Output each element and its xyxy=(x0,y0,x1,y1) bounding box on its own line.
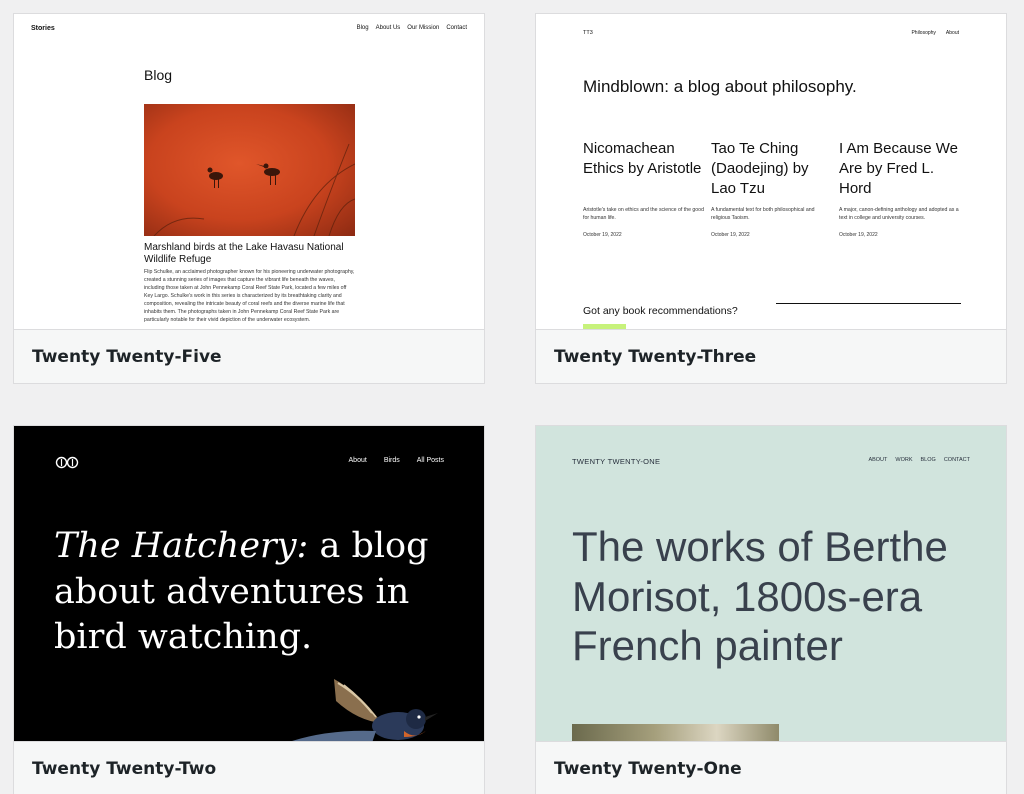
theme-card-twenty-twenty-five[interactable]: Stories Blog About Us Our Mission Contac… xyxy=(13,13,485,384)
preview-post-date: October 19, 2022 xyxy=(583,231,622,238)
preview-site-title: Stories xyxy=(31,25,55,32)
preview-site-title: TT3 xyxy=(583,30,593,36)
theme-card-twenty-twenty-one[interactable]: TWENTY TWENTY-ONE ABOUT WORK BLOG CONTAC… xyxy=(535,425,1007,794)
preview-post-title: Nicomachean Ethics by Aristotle xyxy=(583,140,702,177)
theme-name: Twenty Twenty-One xyxy=(554,759,742,779)
preview-nav-item: WORK xyxy=(895,457,913,463)
preview-heading-italic: The Hatchery: xyxy=(54,526,309,566)
preview-featured-image xyxy=(144,104,355,236)
theme-card-footer: Twenty Twenty-Five xyxy=(14,329,484,383)
preview-post-column: Tao Te Ching (Daodejing) by Lao Tzu A fu… xyxy=(711,139,833,238)
preview-heading: Mindblown: a blog about philosophy. xyxy=(583,77,857,96)
divider xyxy=(776,303,961,304)
theme-name: Twenty Twenty-Three xyxy=(554,347,757,367)
preview-post-excerpt: A fundamental text for both philosophica… xyxy=(711,207,815,221)
preview-post-date: October 19, 2022 xyxy=(711,231,750,238)
preview-post-title: Marshland birds at the Lake Havasu Natio… xyxy=(144,242,344,265)
theme-name: Twenty Twenty-Five xyxy=(32,347,222,367)
birds-silhouette-image xyxy=(153,143,355,236)
preview-nav-item: Our Mission xyxy=(407,25,440,31)
preview-nav-item: About xyxy=(945,30,959,36)
preview-nav: About Birds All Posts xyxy=(349,457,444,464)
preview-post-title: I Am Because We Are by Fred L. Hord xyxy=(839,140,958,197)
preview-post-excerpt: Flip Schulke, an acclaimed photographer … xyxy=(144,269,355,324)
theme-card-footer: Twenty Twenty-Three xyxy=(536,329,1006,383)
preview-heading: The works of Berthe Morisot, 1800s-era F… xyxy=(572,523,948,670)
preview-post-excerpt: Aristotle's take on ethics and the scien… xyxy=(583,207,704,221)
swallow-illustration-icon xyxy=(292,679,438,741)
preview-nav: Philosophy About xyxy=(911,30,959,36)
preview-post-column: Nicomachean Ethics by Aristotle Aristotl… xyxy=(583,139,705,238)
theme-card-footer: Twenty Twenty-Two xyxy=(14,741,484,794)
preview-nav-item: BLOG xyxy=(920,457,936,463)
theme-card-footer: Twenty Twenty-One xyxy=(536,741,1006,794)
preview-post-title: Tao Te Ching (Daodejing) by Lao Tzu xyxy=(711,140,809,197)
theme-preview[interactable]: Stories Blog About Us Our Mission Contac… xyxy=(14,14,484,329)
preview-nav-item: Contact xyxy=(446,25,467,31)
theme-card-twenty-twenty-three[interactable]: TT3 Philosophy About Mindblown: a blog a… xyxy=(535,13,1007,384)
accent-bar xyxy=(583,324,626,329)
preview-nav-item: ABOUT xyxy=(868,457,888,463)
theme-card-twenty-twenty-two[interactable]: About Birds All Posts The Hatchery: a bl… xyxy=(13,425,485,794)
preview-nav-item: Blog xyxy=(356,25,369,31)
preview-nav-item: Philosophy xyxy=(911,30,936,36)
preview-nav-item: About xyxy=(348,457,367,464)
site-logo-icon xyxy=(55,456,79,469)
preview-heading: Blog xyxy=(144,67,173,83)
preview-nav-item: CONTACT xyxy=(943,457,970,463)
preview-featured-image xyxy=(572,724,779,741)
preview-post-excerpt: A major, canon-defining anthology and ad… xyxy=(839,207,959,221)
theme-preview[interactable]: About Birds All Posts The Hatchery: a bl… xyxy=(14,426,484,741)
preview-post-date: October 19, 2022 xyxy=(839,231,878,238)
theme-preview[interactable]: TT3 Philosophy About Mindblown: a blog a… xyxy=(536,14,1006,329)
preview-heading: The Hatchery: a blog about adventures in… xyxy=(54,524,434,661)
preview-post-column: I Am Because We Are by Fred L. Hord A ma… xyxy=(839,139,961,238)
preview-nav: Blog About Us Our Mission Contact xyxy=(357,25,467,31)
preview-footer-prompt: Got any book recommendations? xyxy=(583,305,738,317)
preview-site-title: TWENTY TWENTY-ONE xyxy=(572,457,661,466)
theme-preview[interactable]: TWENTY TWENTY-ONE ABOUT WORK BLOG CONTAC… xyxy=(536,426,1006,741)
preview-nav-item: All Posts xyxy=(416,457,444,464)
preview-nav: ABOUT WORK BLOG CONTACT xyxy=(868,457,970,463)
preview-nav-item: Birds xyxy=(383,457,400,464)
preview-nav-item: About Us xyxy=(375,25,401,31)
theme-name: Twenty Twenty-Two xyxy=(32,759,217,779)
